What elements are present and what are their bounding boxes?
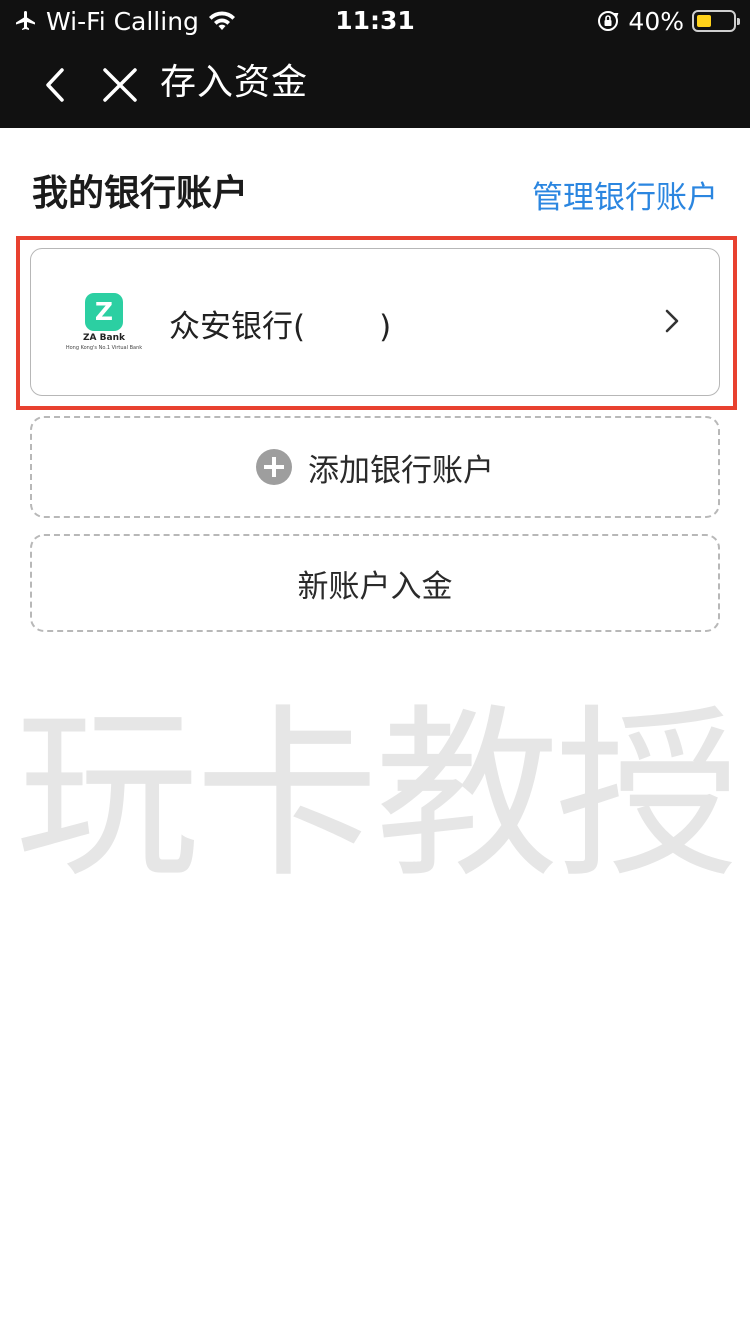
status-bar: Wi-Fi Calling 11:31 40%: [0, 0, 750, 44]
watermark-text: 玩卡教授: [14, 689, 739, 903]
battery-percent: 40%: [628, 6, 684, 36]
close-icon[interactable]: [100, 62, 140, 108]
plus-circle-icon: [256, 449, 292, 485]
bank-name-text: 众安银行: [169, 309, 293, 345]
page-title: 存入资金: [160, 62, 309, 103]
bank-name: 众安银行(): [169, 301, 391, 346]
battery-level: [697, 15, 711, 27]
battery-icon: [692, 10, 740, 32]
new-account-deposit-button[interactable]: 新账户入金: [30, 534, 720, 632]
rotation-lock-icon: [598, 11, 619, 31]
status-right: 40%: [596, 4, 740, 38]
logo-name: ZA Bank: [83, 333, 125, 343]
za-bank-logo: Z ZA Bank Hong Kong's No.1 Virtual Bank: [65, 291, 149, 361]
chevron-right-icon: [665, 309, 679, 333]
paren-close: ): [379, 309, 392, 345]
bank-accounts-heading: 我的银行账户: [32, 173, 249, 214]
bank-account-card[interactable]: Z ZA Bank Hong Kong's No.1 Virtual Bank …: [30, 248, 720, 396]
nav-bar: 存入资金: [0, 44, 750, 128]
logo-mark: Z: [85, 293, 123, 331]
new-account-deposit-label: 新账户入金: [297, 568, 453, 605]
chevron-left-icon[interactable]: [36, 62, 76, 108]
add-bank-account-label: 添加银行账户: [308, 452, 494, 489]
manage-bank-accounts-link[interactable]: 管理银行账户: [532, 172, 718, 217]
add-bank-account-button[interactable]: 添加银行账户: [30, 416, 720, 518]
logo-tagline: Hong Kong's No.1 Virtual Bank: [65, 345, 143, 351]
paren-open: (: [293, 309, 306, 345]
